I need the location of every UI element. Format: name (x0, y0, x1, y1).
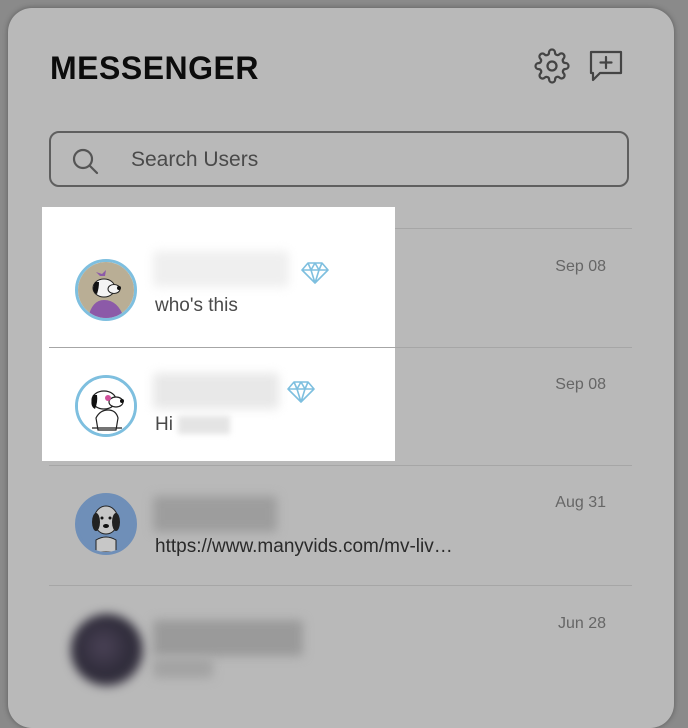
message-date: Aug 31 (555, 494, 606, 511)
message-date: Sep 08 (555, 376, 606, 393)
message-preview: who's this (155, 295, 238, 316)
gear-icon (534, 48, 570, 84)
settings-button[interactable] (534, 48, 570, 84)
message-preview: Hi (155, 414, 231, 436)
search-icon (72, 148, 99, 175)
contact-name-redacted (153, 620, 303, 656)
recipient-name-redacted (178, 415, 231, 434)
conversation-row[interactable]: Jun 28 (49, 586, 632, 704)
avatar (75, 259, 137, 321)
contact-name-redacted (153, 373, 279, 409)
conversation-row[interactable]: Hi Sep 08 (49, 348, 632, 466)
avatar (71, 614, 143, 686)
message-preview: https://www.manyvids.com/mv-liv… (155, 536, 453, 557)
conversation-row[interactable]: https://www.manyvids.com/mv-liv… Aug 31 (49, 466, 632, 584)
avatar (75, 493, 137, 555)
diamond-icon (301, 262, 329, 284)
diamond-icon (287, 381, 315, 403)
contact-name-redacted (153, 496, 277, 532)
contact-name-redacted (153, 251, 289, 287)
message-date: Sep 08 (555, 258, 606, 275)
avatar (75, 375, 137, 437)
new-message-button[interactable] (588, 48, 624, 84)
search-bar (49, 131, 629, 187)
new-message-icon (589, 50, 623, 82)
message-date: Jun 28 (557, 615, 606, 632)
message-preview-redacted (153, 658, 213, 678)
search-input[interactable] (129, 133, 613, 187)
conversation-row[interactable]: who's this Sep 08 (49, 229, 632, 347)
page-title: MESSENGER (50, 50, 259, 86)
